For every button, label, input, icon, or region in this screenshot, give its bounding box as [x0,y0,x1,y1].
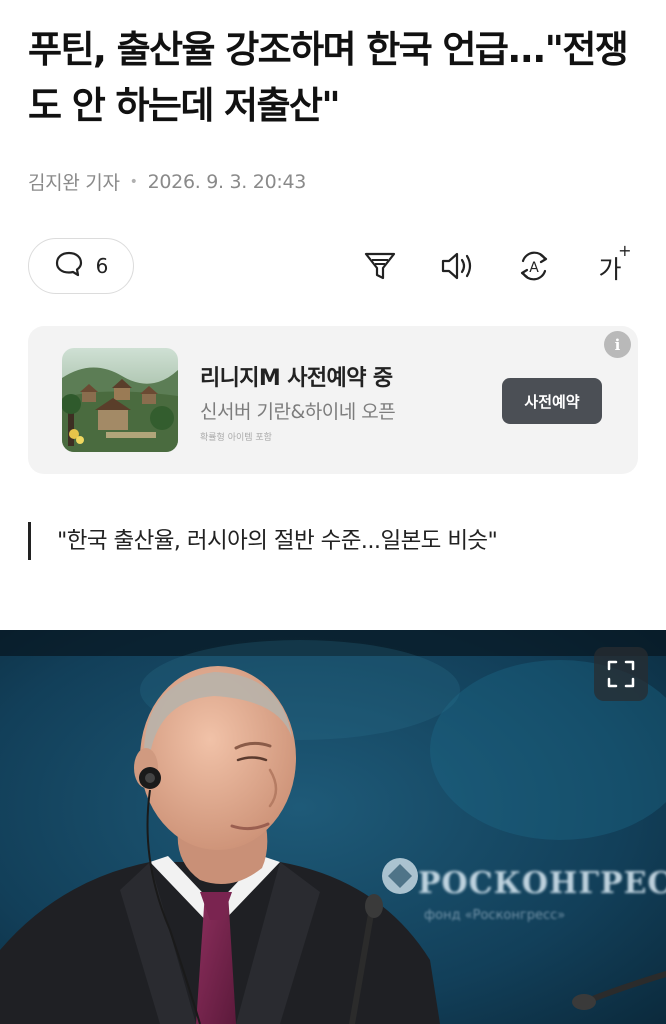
font-size-button[interactable]: 가 + [590,241,631,288]
article-headline: 푸틴, 출산율 강조하며 한국 언급..."전쟁도 안 하는데 저출산" [28,28,629,127]
byline-separator: • [129,173,138,190]
article-toolbar: 6 A 가 + [0,238,666,296]
publish-timestamp: 2026. 9. 3. 20:43 [147,170,307,193]
ad-subtitle[interactable]: 신서버 기란&하이네 오픈 [200,397,396,424]
ad-title[interactable]: 리니지M 사전예약 중 [200,360,393,392]
byline: 김지완 기자 • 2026. 9. 3. 20:43 [28,168,306,195]
font-size-icon: 가 + [598,241,631,286]
speaker-icon [438,248,478,288]
ad-banner[interactable]: 리니지M 사전예약 중 신서버 기란&하이네 오픈 확률형 아이템 포함 사전예… [28,326,638,474]
filter-icon [362,248,398,288]
read-aloud-button[interactable] [438,248,478,288]
summary-filter-button[interactable] [360,248,400,288]
reporter-name[interactable]: 김지완 기자 [28,168,120,195]
translate-letter: A [529,260,539,276]
backdrop-sign-text: РОСКОНГРЕСС [418,866,666,901]
article-page: 푸틴, 출산율 강조하며 한국 언급..."전쟁도 안 하는데 저출산" 김지완… [0,0,666,1024]
article-subheading: "한국 출산율, 러시아의 절반 수준...일본도 비슷" [28,522,498,560]
comment-icon [54,250,84,283]
expand-icon [606,659,636,689]
backdrop-sign-subtext: фонд «Росконгресс» [424,908,566,923]
comment-count: 6 [95,254,109,278]
photo-expand-button[interactable] [594,647,648,701]
ad-preregister-button[interactable]: 사전예약 [502,378,602,424]
ad-fine-print: 확률형 아이템 포함 [200,433,272,443]
translate-icon: A [515,247,553,289]
article-photo[interactable]: РОСКОНГРЕСС фонд «Росконгресс» [0,630,666,1024]
ad-info-icon[interactable]: i [604,331,631,358]
ad-thumbnail-image[interactable] [62,348,178,452]
translate-button[interactable]: A [514,248,554,288]
photo-illustration [0,630,666,1024]
comments-button[interactable]: 6 [28,238,134,294]
font-size-plus: + [618,241,632,260]
